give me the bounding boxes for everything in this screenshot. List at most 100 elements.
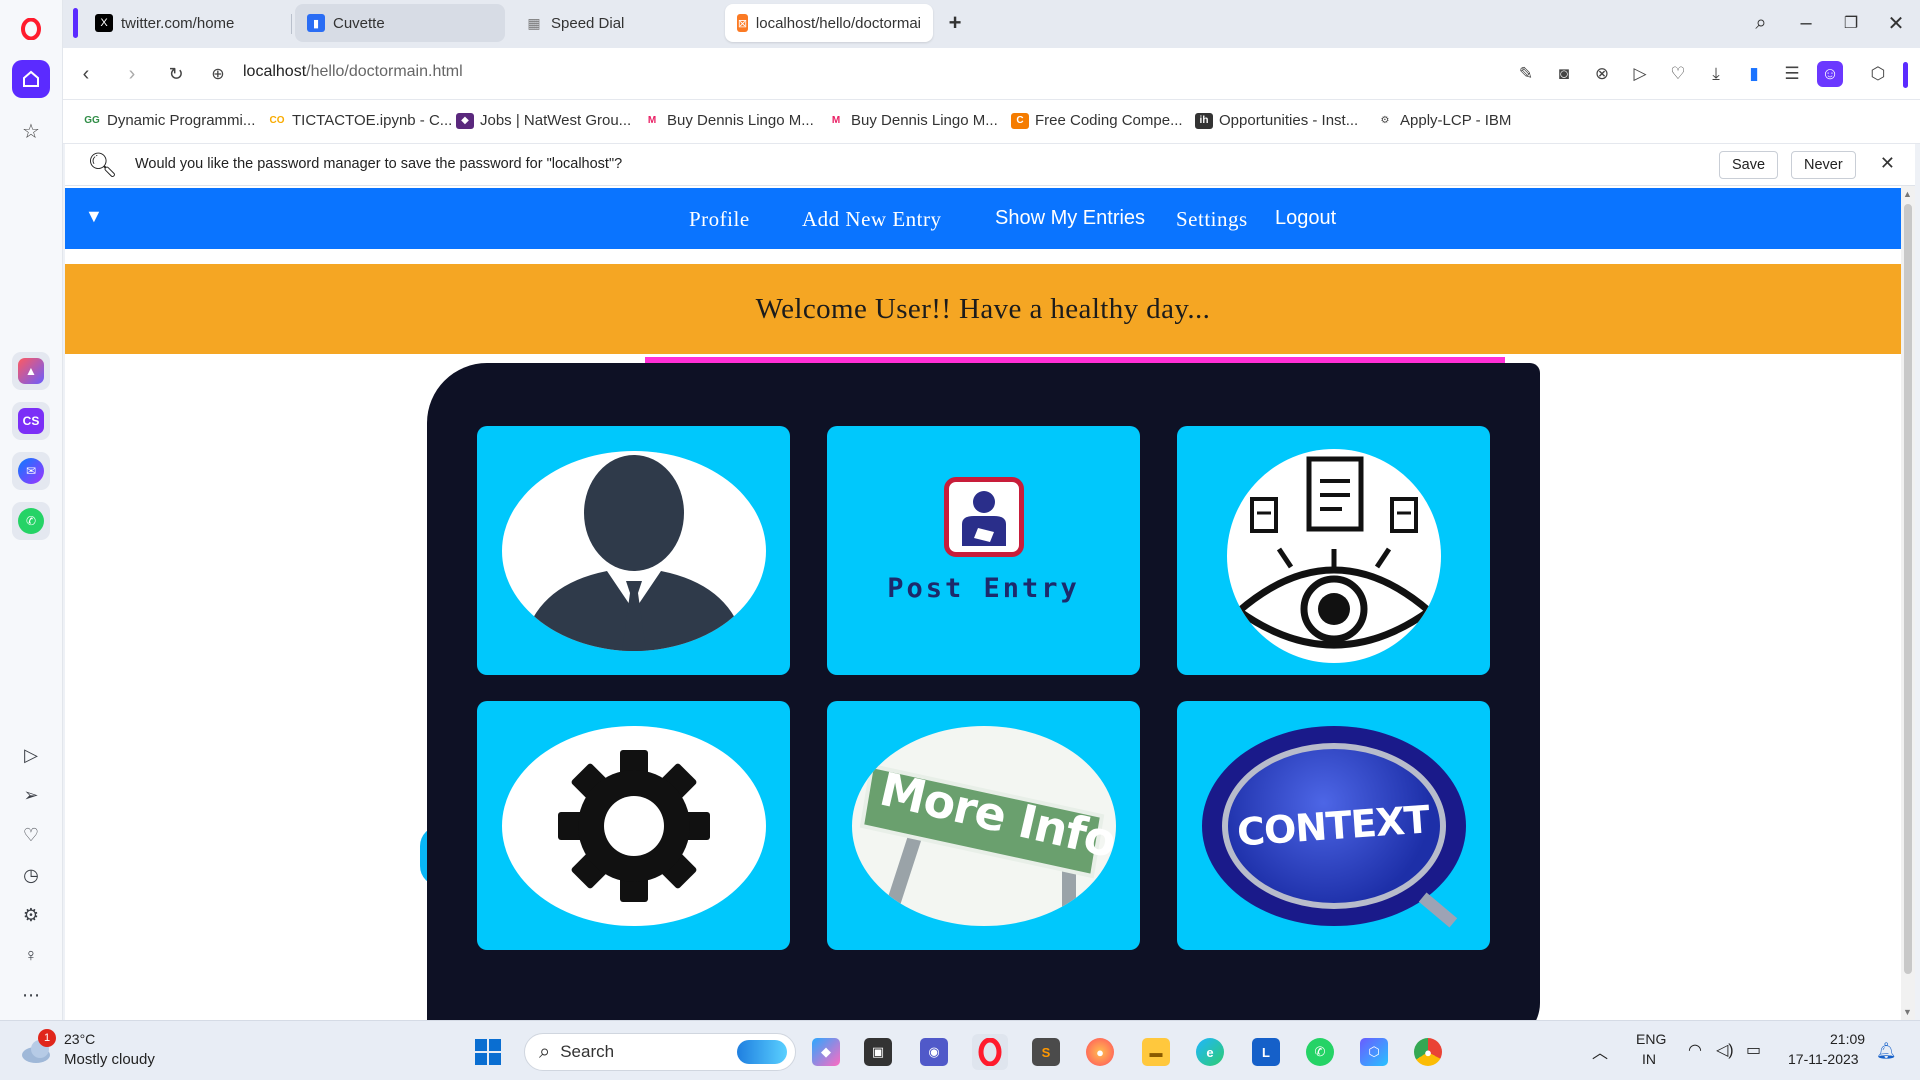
bookmark-item[interactable]: M Buy Dennis Lingo M... [643, 112, 814, 129]
page-scrollbar[interactable]: ▲ ▼ [1901, 186, 1915, 1020]
teams-chat-icon[interactable]: ◉ [916, 1034, 952, 1070]
bing-highlight-icon [737, 1040, 787, 1064]
nav-toggle-icon[interactable]: ▼ [85, 206, 103, 227]
tab-localhost[interactable]: ⊠ localhost/hello/doctormai [725, 4, 933, 42]
welcome-banner: Welcome User!! Have a healthy day... [65, 264, 1901, 354]
post-entry-card[interactable]: Post Entry [827, 426, 1140, 675]
more-dots-icon[interactable]: ⋯ [18, 982, 44, 1008]
settings-card[interactable] [477, 701, 790, 950]
forward-icon[interactable]: › [117, 59, 147, 89]
bookmark-item[interactable]: ih Opportunities - Inst... [1195, 112, 1358, 129]
myntra-icon: M [647, 115, 657, 126]
tray-chevron-icon[interactable]: ︿ [1592, 1039, 1608, 1063]
clock-time[interactable]: 21:09 [1830, 1031, 1865, 1047]
tab-label: twitter.com/home [121, 14, 235, 32]
chrome-icon[interactable]: ● [1410, 1034, 1446, 1070]
speed-dial-icon: ▦ [527, 14, 541, 31]
bookmark-item[interactable]: M Buy Dennis Lingo M... [827, 112, 998, 129]
search-tabs-icon[interactable]: ⌕ [1746, 8, 1776, 38]
battery-saver-icon[interactable]: ▮ [1741, 61, 1767, 87]
player-icon[interactable]: ▷ [18, 742, 44, 768]
internshala-icon: ih [1195, 112, 1213, 129]
whatsapp-taskbar-icon[interactable]: ✆ [1302, 1034, 1338, 1070]
tips-bulb-icon[interactable]: ♀ [18, 942, 44, 968]
edit-page-icon[interactable]: ✎ [1513, 61, 1539, 87]
natwest-icon: ◆ [456, 112, 474, 129]
nav-add-entry-link[interactable]: Add New Entry [802, 207, 941, 232]
nav-logout-link[interactable]: Logout [1275, 207, 1336, 230]
minimize-icon[interactable]: – [1791, 8, 1821, 38]
settings-gear-icon[interactable]: ⚙ [18, 902, 44, 928]
weather-cloud-icon[interactable]: 1 [20, 1029, 56, 1065]
taskbar-search[interactable]: ⌕ Search [524, 1033, 796, 1071]
xampp-icon: ⊠ [737, 14, 748, 32]
close-bar-icon[interactable]: ✕ [1880, 153, 1895, 174]
welcome-text: Welcome User!! Have a healthy day... [755, 292, 1211, 325]
lenovo-app-icon[interactable]: L [1248, 1034, 1284, 1070]
volume-icon[interactable]: ◁) [1716, 1040, 1734, 1060]
weather-temp: 23°C [64, 1031, 96, 1047]
restore-icon[interactable]: ❐ [1836, 8, 1866, 38]
site-info-globe-icon[interactable]: ⊕ [203, 59, 233, 89]
nav-profile-link[interactable]: Profile [689, 207, 750, 232]
heart-icon[interactable]: ♡ [18, 822, 44, 848]
battery-icon[interactable]: ▭ [1746, 1040, 1761, 1060]
opera-taskbar-icon[interactable] [972, 1034, 1008, 1070]
bookmark-item[interactable]: C Free Coding Compe... [1011, 112, 1183, 129]
edge-icon[interactable]: e [1192, 1034, 1228, 1070]
sublime-text-icon[interactable]: S [1028, 1034, 1064, 1070]
clock-date[interactable]: 17-11-2023 [1788, 1051, 1859, 1067]
tab-twitter[interactable]: X twitter.com/home [83, 4, 283, 42]
player-play-icon[interactable]: ▷ [1627, 61, 1653, 87]
address-field[interactable]: localhost/hello/doctormain.html [243, 63, 463, 81]
profile-avatar-icon[interactable]: ☺ [1817, 61, 1843, 87]
adblock-icon[interactable]: ⊗ [1589, 61, 1615, 87]
tab-speed-dial[interactable]: ▦ Speed Dial [513, 4, 713, 42]
file-explorer-icon[interactable]: ▬ [1138, 1034, 1174, 1070]
gfg-icon: GG [84, 115, 100, 126]
send-icon[interactable]: ➢ [18, 782, 44, 808]
new-tab-plus-icon[interactable]: + [940, 8, 970, 38]
bookmark-item[interactable]: CO TICTACTOE.ipynb - C... [268, 112, 453, 129]
scrollbar-thumb[interactable] [1904, 204, 1912, 974]
context-caption: CONTEXT [1236, 796, 1431, 855]
wifi-icon[interactable]: ◠ [1688, 1040, 1702, 1060]
view-entries-card[interactable] [1177, 426, 1490, 675]
firefox-icon[interactable]: ● [1082, 1034, 1118, 1070]
cs-app-icon[interactable]: CS [12, 402, 50, 440]
more-info-card[interactable]: More Info [827, 701, 1140, 950]
app-hexagon-icon[interactable]: ⬡ [1356, 1034, 1392, 1070]
reload-icon[interactable]: ↻ [161, 59, 191, 89]
dashboard-panel: Post Entry More Info CONTEXT [427, 363, 1540, 1020]
bookmark-item[interactable]: ⚙ Apply-LCP - IBM [1376, 112, 1512, 129]
tab-strip: X twitter.com/home ▮ Cuvette ▦ Speed Dia… [63, 0, 1920, 48]
close-window-icon[interactable]: ✕ [1881, 8, 1911, 38]
bookmark-item[interactable]: GG Dynamic Programmi... [83, 112, 255, 129]
whatsapp-icon[interactable]: ✆ [12, 502, 50, 540]
start-windows-icon[interactable] [470, 1034, 506, 1070]
snapshot-camera-icon[interactable]: ◙ [1551, 61, 1577, 87]
notifications-bell-icon[interactable]: 🔔︎ [1876, 1041, 1896, 1061]
lang-indicator[interactable]: ENG [1636, 1031, 1666, 1047]
nav-settings-link[interactable]: Settings [1176, 207, 1248, 232]
opera-logo-icon[interactable] [12, 10, 50, 48]
save-password-button[interactable]: Save [1719, 151, 1779, 179]
download-icon[interactable]: ⤓ [1703, 61, 1729, 87]
context-card[interactable]: CONTEXT [1177, 701, 1490, 950]
history-icon[interactable]: ◷ [18, 862, 44, 888]
bookmark-item[interactable]: ◆ Jobs | NatWest Grou... [456, 112, 631, 129]
extensions-cube-icon[interactable]: ⬡ [1865, 61, 1891, 87]
profile-card[interactable] [477, 426, 790, 675]
easy-setup-icon[interactable]: ☰ [1779, 61, 1805, 87]
favorites-heart-icon[interactable]: ♡ [1665, 61, 1691, 87]
tab-cuvette[interactable]: ▮ Cuvette [295, 4, 505, 42]
copilot-icon[interactable]: ◆ [808, 1034, 844, 1070]
nav-show-entries-link[interactable]: Show My Entries [995, 207, 1145, 230]
aria-app-icon[interactable]: ▲ [12, 352, 50, 390]
bookmarks-star-icon[interactable]: ☆ [12, 112, 50, 150]
back-icon[interactable]: ‹ [71, 59, 101, 89]
task-view-icon[interactable]: ▣ [860, 1034, 896, 1070]
never-save-button[interactable]: Never [1791, 151, 1856, 179]
home-icon[interactable] [12, 60, 50, 98]
messenger-icon[interactable]: ✉ [12, 452, 50, 490]
